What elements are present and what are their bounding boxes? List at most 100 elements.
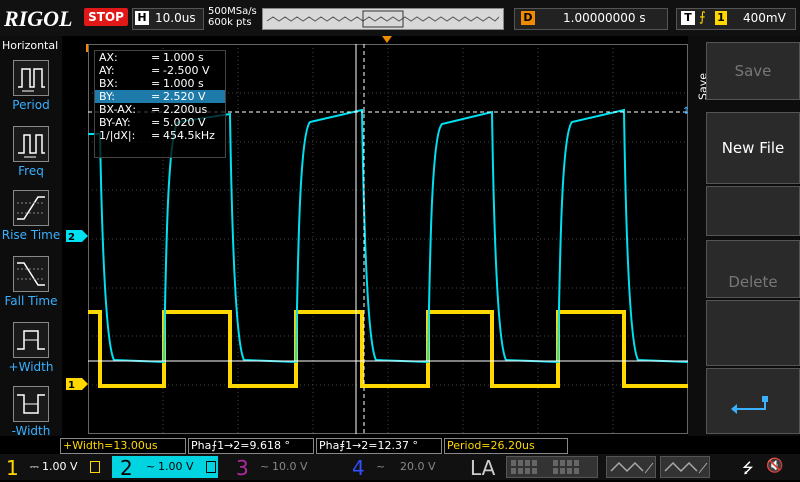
cursor-key: 1/|dX|: — [99, 129, 136, 142]
ch2-number[interactable]: 2 — [120, 456, 133, 480]
measurement-period[interactable]: Period=26.20us — [444, 438, 568, 454]
cursor-bx-row: BX: = 1.000 s — [95, 77, 225, 90]
ch4-scale[interactable]: 20.0 V — [400, 460, 436, 473]
channel-status-bar: 1 ⎓ 1.00 V 2 ~ 1.00 V 3 ~ 10.0 V 4 ~ 20.… — [0, 454, 800, 480]
trigger-position-marker-top[interactable] — [382, 36, 392, 43]
ch1-number[interactable]: 1 — [6, 456, 19, 480]
rise-time-icon — [13, 190, 49, 226]
cursor-value: 5.020 V — [163, 116, 206, 129]
measurement-positive-width[interactable]: +Width=13.00us — [60, 438, 186, 454]
cursor-value: 2.520 V — [163, 90, 206, 103]
return-arrow-icon — [731, 396, 768, 414]
cursor-readout-panel[interactable]: AX: = 1.000 s AY: = -2.500 V BX: = 1.000 s BY:… — [94, 50, 226, 158]
cursor-b-level-marker: ↕ — [682, 106, 691, 117]
measure-freq-button[interactable]: Freq — [0, 122, 62, 186]
horizontal-scale-box[interactable]: H 10.0us — [132, 8, 204, 30]
cursor-value: 454.5kHz — [163, 129, 215, 142]
rigol-logo: RIGOL — [4, 6, 73, 31]
cursor-key: AX: — [99, 51, 118, 64]
usb-icon: ⭍ — [742, 461, 754, 477]
speaker-mute-icon[interactable]: 🔇 — [766, 458, 783, 474]
empty-softkey-3[interactable] — [706, 186, 800, 236]
logic-channel-grid-icon — [511, 460, 579, 474]
ch3-number[interactable]: 3 — [236, 456, 249, 480]
acquisition-info: 500MSa/s 600k pts — [208, 6, 257, 28]
horizontal-scale-value: 10.0us — [155, 11, 196, 25]
measurement-bar: +Width=13.00us Pha⨍1→2=9.618 ° Pha⨎1→2=1… — [60, 438, 688, 454]
ch4-coupling-icon: ~ — [376, 460, 386, 473]
save-button[interactable]: Save — [706, 42, 800, 100]
equals-sign: = — [151, 64, 161, 77]
cursor-key: BY: — [99, 90, 115, 103]
equals-sign: = — [151, 103, 161, 116]
trigger-level: 400mV — [743, 11, 786, 25]
equals-sign: = — [151, 51, 161, 64]
cursor-ay-row: AY: = -2.500 V — [95, 64, 225, 77]
cursor-by-ay-row: BY-AY: = 5.020 V — [95, 116, 225, 129]
frequency-icon — [13, 126, 49, 162]
source2-indicator[interactable] — [660, 456, 710, 478]
sine-wave-icon — [610, 461, 654, 474]
ch2-bandwidth-icon — [206, 461, 216, 473]
measure-positive-width-label: +Width — [8, 360, 54, 374]
logic-channels-indicator[interactable] — [506, 456, 598, 478]
measure-period-label: Period — [12, 98, 50, 112]
cursor-key: BY-AY: — [99, 116, 131, 129]
sine-wave-icon — [664, 461, 708, 474]
measure-period-button[interactable]: Period — [0, 56, 62, 120]
ch1-marker-label[interactable]: 1 — [68, 380, 75, 391]
cursor-value: 2.200us — [163, 103, 208, 116]
logic-analyzer-label[interactable]: LA — [470, 456, 495, 480]
cursor-inv-dx-row: 1/|dX|: = 454.5kHz — [95, 129, 225, 142]
return-button[interactable] — [706, 368, 800, 434]
equals-sign: = — [151, 90, 161, 103]
period-icon — [13, 60, 49, 96]
trigger-source: 1 — [715, 11, 727, 25]
measure-rise-time-button[interactable]: Rise Time — [0, 186, 62, 250]
equals-sign: = — [151, 129, 161, 142]
equals-sign: = — [151, 116, 161, 129]
horizontal-letter: H — [135, 11, 149, 25]
ch3-coupling-icon: ~ — [260, 460, 270, 473]
menu-title: Horizontal — [2, 39, 59, 52]
horizontal-measure-menu: Horizontal Period Freq Rise Time Fall Ti… — [0, 36, 62, 438]
delay-value: 1.00000000 s — [563, 11, 646, 25]
channel-offset-markers — [66, 230, 88, 390]
cursor-bx-ax-row: BX-AX: = 2.200us — [95, 103, 225, 116]
measure-positive-width-button[interactable]: +Width — [0, 318, 62, 382]
measure-negative-width-button[interactable]: -Width — [0, 382, 62, 446]
memory-overview-strip[interactable] — [262, 8, 504, 30]
ch3-scale[interactable]: 10.0 V — [272, 460, 308, 473]
cursor-value: 1.000 s — [163, 77, 204, 90]
trigger-letter: T — [681, 11, 695, 25]
ch2-scale[interactable]: 1.00 V — [158, 460, 194, 473]
delete-button[interactable]: Delete — [706, 240, 800, 298]
cursor-value: 1.000 s — [163, 51, 204, 64]
trigger-box[interactable]: T ⨍ 1 400mV — [676, 8, 796, 30]
ch1-bandwidth-icon — [90, 461, 100, 473]
new-file-button[interactable]: New File — [706, 112, 800, 184]
measure-fall-time-label: Fall Time — [4, 294, 58, 308]
ch2-coupling-icon: ~ — [146, 460, 156, 473]
source1-indicator[interactable] — [606, 456, 656, 478]
cursor-key: BX-AX: — [99, 103, 137, 116]
ch2-marker-label[interactable]: 2 — [68, 232, 75, 243]
ch1-scale[interactable]: 1.00 V — [42, 460, 78, 473]
ch4-number[interactable]: 4 — [352, 456, 365, 480]
measurement-phase-falling[interactable]: Pha⨎1→2=12.37 ° — [316, 438, 442, 454]
measure-fall-time-button[interactable]: Fall Time — [0, 252, 62, 316]
run-stop-status[interactable]: STOP — [84, 8, 128, 26]
cursor-ax-row: AX: = 1.000 s — [95, 51, 225, 64]
measurement-phase-rising[interactable]: Pha⨍1→2=9.618 ° — [188, 438, 314, 454]
empty-softkey-5[interactable] — [706, 300, 800, 366]
measure-negative-width-label: -Width — [11, 424, 51, 438]
delay-letter: D — [521, 11, 535, 25]
delay-box[interactable]: D 1.00000000 s — [514, 8, 668, 30]
cursor-key: AY: — [99, 64, 115, 77]
equals-sign: = — [151, 77, 161, 90]
cursor-by-row[interactable]: BY: = 2.520 V — [95, 90, 225, 103]
measure-rise-time-label: Rise Time — [1, 228, 61, 242]
rising-edge-icon: ⨍ — [699, 10, 706, 25]
ch1-coupling-icon: ⎓ — [30, 460, 39, 473]
memory-waveform-icon — [263, 9, 503, 29]
